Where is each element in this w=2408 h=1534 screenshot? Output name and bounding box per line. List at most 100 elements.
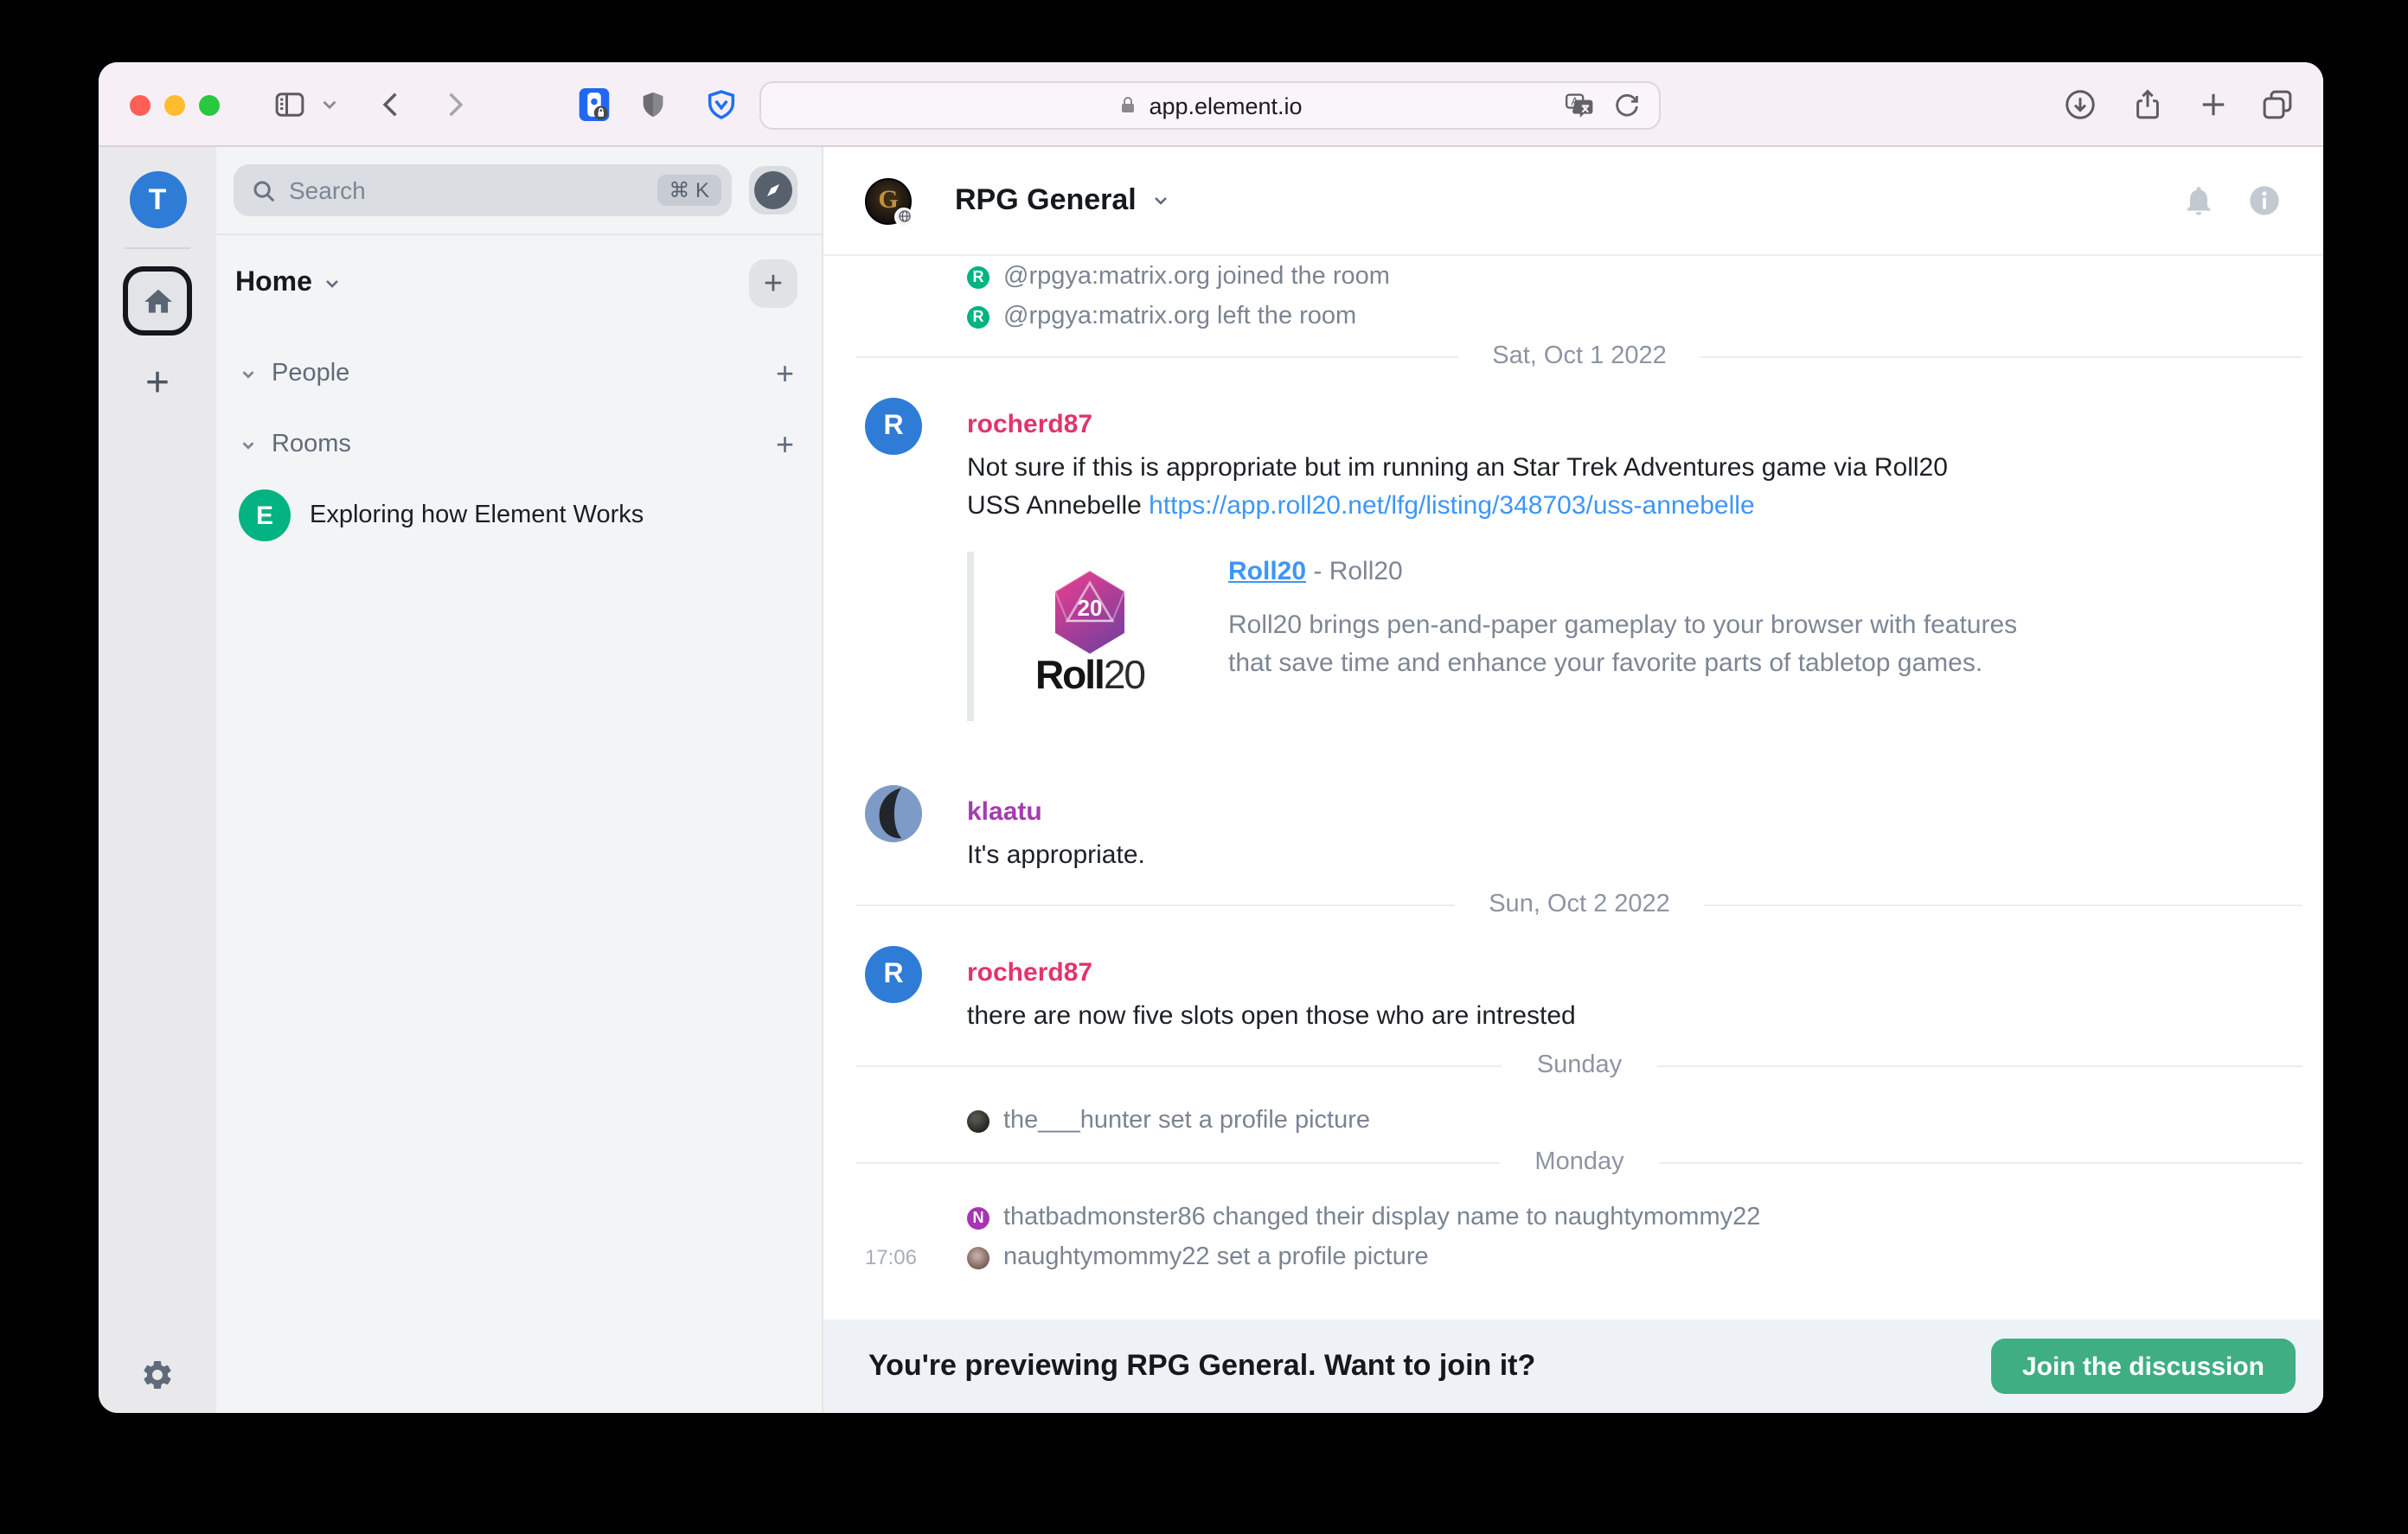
share-icon[interactable] [2129,86,2166,123]
message: klaatu It's appropriate. [823,785,2323,875]
browser-window: app.element.io A [99,62,2323,1413]
create-space-button[interactable]: + [145,363,170,405]
member-photo-avatar [967,1246,989,1269]
chevron-down-icon[interactable] [239,435,258,454]
public-room-globe-icon [894,207,913,226]
room-header: G RPG General [823,147,2323,256]
back-icon[interactable] [374,86,410,123]
system-event-text: @rpgya:matrix.org left the room [1003,303,1356,330]
app-content: T + ⌘ K [99,147,2323,1413]
date-separator-label: Sun, Oct 2 2022 [1489,891,1670,918]
sender-name[interactable]: rocherd87 [967,956,2323,991]
message: R rocherd87 there are now five slots ope… [823,946,2323,1036]
chat-panel: G RPG General [823,147,2323,1413]
close-window-button[interactable] [130,95,150,116]
reload-icon[interactable] [1611,90,1643,123]
section-label: People [272,360,349,387]
room-header-avatar[interactable]: G [865,177,912,224]
add-button[interactable]: + [749,259,797,308]
space-name[interactable]: Home [235,268,312,299]
section-rooms[interactable]: Rooms + [216,429,822,460]
explore-rooms-button[interactable] [749,166,797,214]
system-event-text: @rpgya:matrix.org joined the room [1003,263,1390,291]
shield-extension-icon[interactable] [638,86,668,123]
timestamp: 17:06 [823,1245,917,1269]
message-body: Not sure if this is appropriate but im r… [967,450,2005,526]
avatar[interactable] [865,785,922,842]
minimize-window-button[interactable] [164,95,185,116]
url-text: app.element.io [1149,93,1302,118]
password-manager-extension-icon[interactable] [578,86,611,123]
member-badge: R [967,305,989,328]
date-separator: Sun, Oct 2 2022 [823,885,2323,924]
lock-icon [1118,93,1138,118]
compass-icon [754,171,792,209]
avatar[interactable]: R [865,398,922,455]
room-avatar: E [239,489,291,541]
system-event-text: thatbadmonster86 changed their display n… [1003,1204,1760,1231]
add-people-button[interactable]: + [776,358,794,389]
preview-bar: You're previewing RPG General. Want to j… [823,1320,2323,1413]
roll20-logo: 20 Roll20 [1003,552,1176,721]
preview-title: Roll20 - Roll20 [1228,553,2034,591]
user-avatar[interactable]: T [129,171,186,228]
space-rail: T + [99,147,216,1413]
chevron-down-icon[interactable] [318,93,341,116]
join-discussion-button[interactable]: Join the discussion [1991,1339,2296,1394]
translate-icon[interactable]: A [1564,90,1597,123]
search-icon [251,177,277,203]
settings-gear-icon[interactable] [140,1358,175,1392]
member-badge: N [967,1206,989,1229]
chevron-down-icon[interactable] [1150,190,1171,211]
room-list-divider [216,233,822,235]
download-icon[interactable] [2062,86,2098,123]
room-title[interactable]: RPG General [955,183,1137,218]
member-badge: R [967,265,989,288]
message-body: It's appropriate. [967,837,2005,875]
tab-overview-icon[interactable] [2259,86,2296,123]
section-people[interactable]: People + [216,358,822,389]
blocker-extension-icon[interactable] [704,86,739,123]
room-info-icon[interactable] [2247,183,2282,218]
notifications-bell-icon[interactable] [2181,183,2216,218]
message-link[interactable]: https://app.roll20.net/lfg/listing/34870… [1149,491,1755,521]
sender-name[interactable]: rocherd87 [967,408,2323,443]
d20-die-icon: 20 [1050,569,1130,655]
system-event: the___hunter set a profile picture [823,1102,2323,1140]
date-separator: Sunday [823,1046,2323,1084]
zoom-window-button[interactable] [199,95,220,116]
system-event-text: the___hunter set a profile picture [1003,1107,1370,1135]
desktop: app.element.io A [0,0,2408,1534]
home-space-button[interactable] [123,266,192,336]
date-separator-label: Sunday [1537,1051,1622,1079]
search-shortcut-badge: ⌘ K [656,175,721,206]
message: R rocherd87 Not sure if this is appropri… [823,398,2323,526]
add-room-button[interactable]: + [776,429,794,460]
room-name: Exploring how Element Works [310,502,644,529]
preview-title-link[interactable]: Roll20 [1228,557,1306,586]
room-list-item[interactable]: E Exploring how Element Works [216,489,822,541]
date-separator: Monday [823,1143,2323,1181]
section-label: Rooms [272,431,351,458]
sidebar-toggle-icon[interactable] [272,86,308,123]
member-photo-avatar [967,1109,989,1132]
system-event: R @rpgya:matrix.org joined the room [823,258,2323,296]
message-timeline: R @rpgya:matrix.org joined the room R @r… [823,256,2323,1320]
system-event-text: naughtymommy22 set a profile picture [1003,1243,1429,1271]
rail-divider [125,247,190,249]
address-bar[interactable]: app.element.io A [759,81,1661,130]
chevron-down-icon[interactable] [239,364,258,383]
chevron-down-icon[interactable] [323,273,343,294]
browser-toolbar: app.element.io A [99,62,2323,147]
search-field[interactable] [289,176,644,204]
home-icon [141,284,174,317]
date-separator: Sat, Oct 1 2022 [823,337,2323,375]
new-tab-icon[interactable] [2195,86,2232,123]
date-separator-label: Monday [1534,1148,1623,1176]
search-input[interactable]: ⌘ K [234,164,732,216]
sender-name[interactable]: klaatu [967,796,2323,830]
url-preview-card: 20 Roll20 Roll20 - Roll20 Roll20 brings … [967,552,2323,721]
forward-icon[interactable] [436,86,472,123]
system-event: N thatbadmonster86 changed their display… [823,1198,2323,1237]
avatar[interactable]: R [865,946,922,1003]
